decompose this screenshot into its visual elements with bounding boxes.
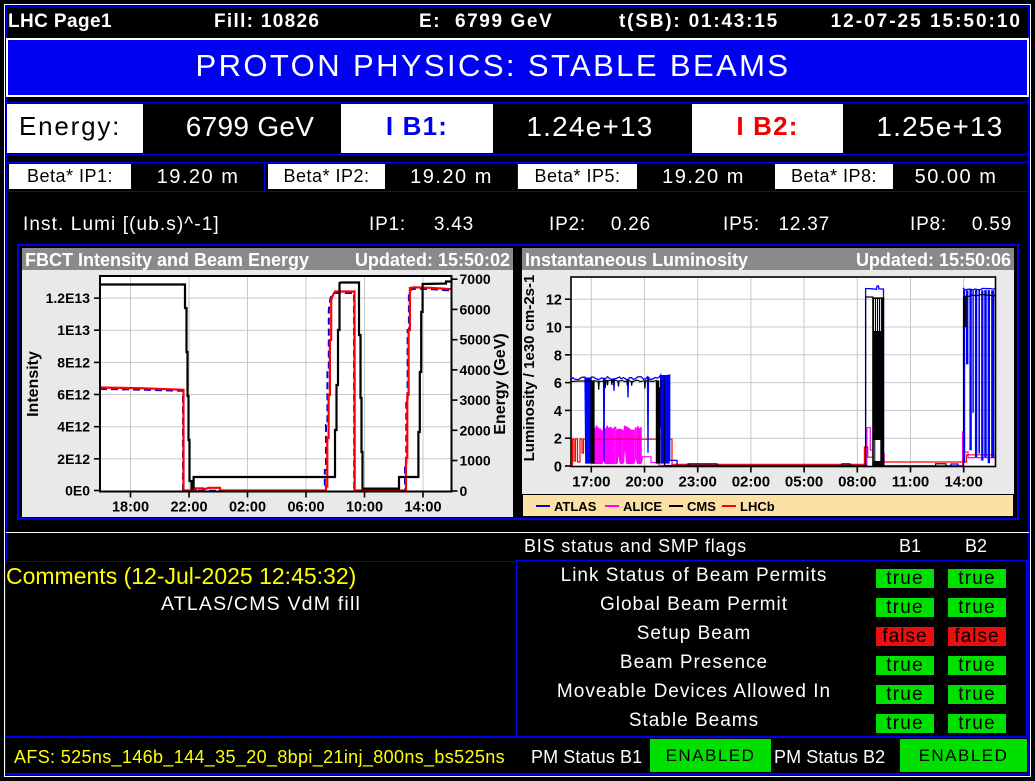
- svg-text:3000: 3000: [460, 392, 491, 408]
- svg-text:10:00: 10:00: [346, 500, 383, 516]
- svg-text:4E12: 4E12: [57, 419, 90, 435]
- svg-text:5000: 5000: [460, 332, 491, 348]
- svg-text:0: 0: [554, 460, 562, 476]
- svg-text:02:00: 02:00: [229, 500, 266, 516]
- svg-text:14:00: 14:00: [945, 474, 983, 491]
- svg-text:2: 2: [554, 432, 562, 448]
- svg-text:Luminosity / 1e30 cm-2s-1: Luminosity / 1e30 cm-2s-1: [521, 275, 538, 462]
- svg-text:4000: 4000: [460, 362, 491, 378]
- svg-text:6E12: 6E12: [57, 387, 90, 403]
- svg-text:6: 6: [554, 376, 562, 392]
- svg-text:ALICE: ALICE: [623, 499, 662, 514]
- svg-text:0: 0: [460, 483, 468, 499]
- svg-text:8E12: 8E12: [57, 354, 90, 370]
- svg-text:CMS: CMS: [687, 499, 716, 514]
- svg-text:Energy (GeV): Energy (GeV): [492, 333, 509, 434]
- svg-text:23:00: 23:00: [679, 474, 717, 491]
- svg-text:4: 4: [554, 404, 562, 420]
- svg-text:2E12: 2E12: [57, 451, 90, 467]
- svg-text:10: 10: [546, 321, 562, 337]
- svg-text:22:00: 22:00: [170, 500, 207, 516]
- svg-text:11:00: 11:00: [892, 474, 930, 491]
- svg-text:18:00: 18:00: [112, 500, 149, 516]
- svg-text:6000: 6000: [460, 301, 491, 317]
- svg-text:06:00: 06:00: [287, 500, 324, 516]
- svg-text:1E13: 1E13: [57, 322, 90, 338]
- svg-text:02:00: 02:00: [732, 474, 770, 491]
- svg-text:1000: 1000: [460, 453, 491, 469]
- svg-text:08:00: 08:00: [838, 474, 876, 491]
- svg-text:LHCb: LHCb: [740, 499, 775, 514]
- svg-text:12: 12: [546, 293, 562, 309]
- svg-text:Intensity: Intensity: [25, 351, 42, 417]
- svg-text:1.2E13: 1.2E13: [46, 290, 91, 306]
- svg-text:7000: 7000: [460, 271, 491, 287]
- svg-text:ATLAS: ATLAS: [554, 499, 597, 514]
- svg-text:17:00: 17:00: [572, 474, 610, 491]
- svg-text:2000: 2000: [460, 422, 491, 438]
- svg-text:0E0: 0E0: [65, 483, 90, 499]
- svg-text:20:00: 20:00: [625, 474, 663, 491]
- svg-text:8: 8: [554, 348, 562, 364]
- svg-text:05:00: 05:00: [785, 474, 823, 491]
- svg-text:14:00: 14:00: [404, 500, 441, 516]
